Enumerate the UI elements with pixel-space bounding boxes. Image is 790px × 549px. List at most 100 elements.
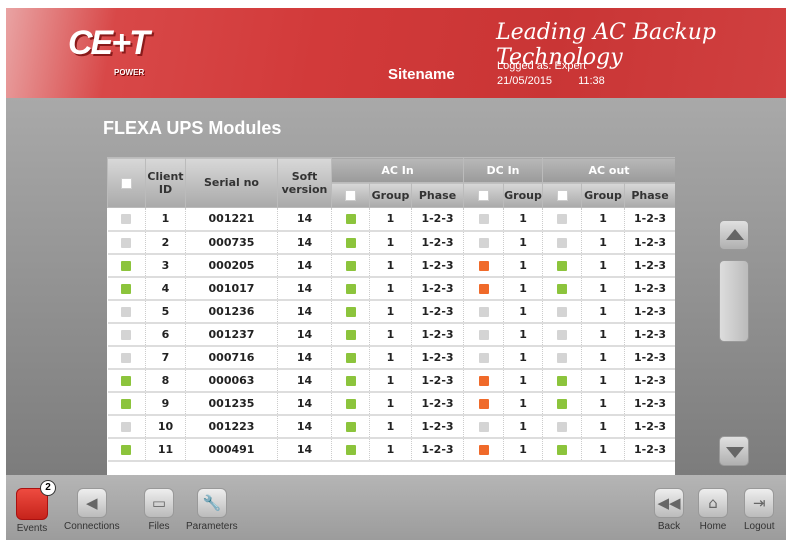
ac-in-status[interactable]: [345, 283, 356, 294]
events-button[interactable]: 2 Events: [16, 480, 56, 534]
table-row[interactable]: 8 000063 14 1 1-2-3 1 1 1-2-3: [107, 368, 675, 393]
ac-out-status[interactable]: [557, 283, 568, 294]
ac-out-status[interactable]: [557, 352, 568, 363]
soft-version: 14: [277, 276, 332, 301]
ac-in-status[interactable]: [345, 214, 356, 225]
dc-in-status[interactable]: [478, 421, 489, 432]
ac-out-group: 1: [581, 368, 626, 393]
ac-out-group: 1: [581, 230, 626, 255]
row-select-indicator[interactable]: [121, 329, 132, 340]
table-row[interactable]: 5 001236 14 1 1-2-3 1 1 1-2-3: [107, 299, 675, 324]
ac-out-status[interactable]: [557, 214, 568, 225]
serial-no: 001017: [185, 276, 278, 301]
back-button[interactable]: ◀◀ Back: [654, 488, 684, 532]
serial-no: 000491: [185, 437, 278, 462]
client-id: 2: [145, 230, 186, 255]
ac-out-phase: 1-2-3: [624, 437, 675, 462]
table-row[interactable]: 9 001235 14 1 1-2-3 1 1 1-2-3: [107, 391, 675, 416]
row-select-indicator[interactable]: [121, 237, 132, 248]
ac-in-status[interactable]: [345, 237, 356, 248]
select-all-checkbox[interactable]: [121, 177, 132, 189]
serial-no: 000063: [185, 368, 278, 393]
row-select-indicator[interactable]: [121, 421, 132, 432]
table-row[interactable]: 1 001221 14 1 1-2-3 1 1 1-2-3: [107, 207, 675, 232]
ac-out-status[interactable]: [557, 375, 568, 386]
row-select-indicator[interactable]: [121, 398, 132, 409]
ac-out-status[interactable]: [557, 237, 568, 248]
ac-in-status[interactable]: [345, 421, 356, 432]
dc-in-status[interactable]: [478, 352, 489, 363]
ac-out-group: 1: [581, 437, 626, 462]
dc-in-status[interactable]: [478, 329, 489, 340]
parameters-button[interactable]: 🔧 Parameters: [186, 488, 238, 532]
row-select-indicator[interactable]: [121, 306, 132, 317]
table-row[interactable]: 7 000716 14 1 1-2-3 1 1 1-2-3: [107, 345, 675, 370]
dc-in-status[interactable]: [478, 306, 489, 317]
dc-in-group: 1: [503, 368, 544, 393]
ac-out-group: 1: [581, 299, 626, 324]
ac-out-status[interactable]: [557, 398, 568, 409]
ac-out-select-all[interactable]: [556, 190, 568, 201]
ac-out-status[interactable]: [557, 260, 568, 271]
ac-out-phase: 1-2-3: [624, 368, 675, 393]
ac-in-status[interactable]: [345, 398, 356, 409]
connections-button[interactable]: ◀ Connections: [64, 488, 120, 532]
client-id: 11: [145, 437, 186, 462]
serial-no: 001235: [185, 391, 278, 416]
serial-no: 001221: [185, 207, 278, 232]
ac-out-phase: 1-2-3: [624, 230, 675, 255]
dc-in-group: 1: [503, 345, 544, 370]
ac-out-status[interactable]: [557, 421, 568, 432]
ac-in-status[interactable]: [345, 260, 356, 271]
ac-in-group: 1: [369, 253, 412, 278]
ac-in-status[interactable]: [345, 444, 356, 455]
ac-in-phase: 1-2-3: [411, 207, 465, 232]
dc-in-status[interactable]: [478, 398, 489, 409]
row-select-indicator[interactable]: [121, 375, 132, 386]
page-title: FLEXA UPS Modules: [103, 118, 282, 138]
table-row[interactable]: 6 001237 14 1 1-2-3 1 1 1-2-3: [107, 322, 675, 347]
home-button[interactable]: ⌂ Home: [698, 488, 728, 532]
ac-in-select-all[interactable]: [345, 190, 356, 201]
dc-in-status[interactable]: [478, 375, 489, 386]
scroll-up-button[interactable]: [719, 220, 749, 250]
table-row[interactable]: 3 000205 14 1 1-2-3 1 1 1-2-3: [107, 253, 675, 278]
table-row[interactable]: 4 001017 14 1 1-2-3 1 1 1-2-3: [107, 276, 675, 301]
ac-in-status[interactable]: [345, 329, 356, 340]
dc-in-status[interactable]: [478, 237, 489, 248]
dc-in-status[interactable]: [478, 260, 489, 271]
serial-no: 000735: [185, 230, 278, 255]
dc-in-status[interactable]: [478, 283, 489, 294]
table-row[interactable]: 2 000735 14 1 1-2-3 1 1 1-2-3: [107, 230, 675, 255]
dc-in-select-all[interactable]: [478, 190, 490, 201]
dc-in-status[interactable]: [478, 444, 489, 455]
ac-out-status[interactable]: [557, 306, 568, 317]
scroll-down-button[interactable]: [719, 436, 749, 466]
ac-in-status[interactable]: [345, 306, 356, 317]
files-button[interactable]: ▭ Files: [144, 488, 174, 532]
col-ac-in: AC In: [330, 157, 465, 183]
dc-in-group: 1: [503, 299, 544, 324]
ac-in-group: 1: [369, 230, 412, 255]
row-select-indicator[interactable]: [121, 214, 132, 225]
row-select-indicator[interactable]: [121, 260, 132, 271]
ac-in-status[interactable]: [345, 375, 356, 386]
ac-out-status[interactable]: [557, 444, 568, 455]
dc-in-status[interactable]: [478, 214, 489, 225]
ac-in-phase: 1-2-3: [411, 322, 465, 347]
ac-in-group: 1: [369, 437, 412, 462]
ac-in-phase: 1-2-3: [411, 276, 465, 301]
row-select-indicator[interactable]: [121, 283, 132, 294]
ac-out-phase: 1-2-3: [624, 207, 675, 232]
row-select-indicator[interactable]: [121, 352, 132, 363]
table-row[interactable]: 11 000491 14 1 1-2-3 1 1 1-2-3: [107, 437, 675, 462]
ac-in-status[interactable]: [345, 352, 356, 363]
ac-out-status[interactable]: [557, 329, 568, 340]
table-row[interactable]: 10 001223 14 1 1-2-3 1 1 1-2-3: [107, 414, 675, 439]
col-ac-in-group: Group: [369, 182, 412, 208]
scrollbar-thumb[interactable]: [719, 260, 749, 342]
back-icon: ◀◀: [654, 488, 684, 518]
logout-button[interactable]: ⇥ Logout: [744, 488, 775, 532]
ac-out-phase: 1-2-3: [624, 391, 675, 416]
row-select-indicator[interactable]: [121, 444, 132, 455]
